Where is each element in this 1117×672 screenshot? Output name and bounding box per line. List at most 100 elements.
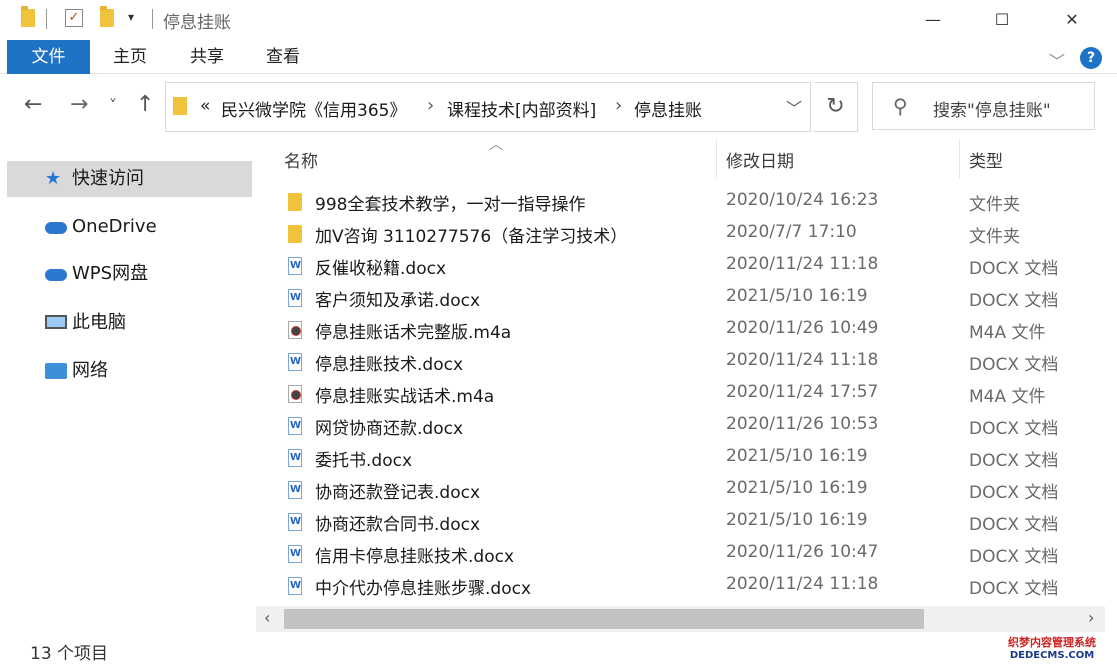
cloud-icon bbox=[45, 222, 67, 234]
sidebar-item-network[interactable]: 网络 bbox=[7, 353, 252, 389]
scroll-left-icon[interactable]: ‹ bbox=[264, 608, 270, 627]
sort-ascending-icon: ︿ bbox=[489, 137, 503, 153]
file-type: 文件夹 bbox=[969, 227, 1020, 247]
file-name: 协商还款合同书.docx bbox=[315, 515, 481, 535]
file-type: DOCX 文档 bbox=[969, 451, 1059, 471]
sidebar-item-onedrive[interactable]: OneDrive bbox=[7, 209, 252, 245]
chevron-down-icon[interactable]: ﹀ bbox=[786, 95, 802, 119]
cloud-icon bbox=[45, 269, 67, 281]
file-name: 客户须知及承诺.docx bbox=[315, 291, 481, 311]
list-item[interactable]: 停息挂账实战话术.m4a 2020/11/24 17:57 M4A 文件 bbox=[256, 378, 1101, 410]
watermark-line2: DEDECMS.COM bbox=[1009, 650, 1095, 661]
tab-file[interactable]: 文件 bbox=[7, 40, 90, 74]
file-date: 2020/11/26 10:49 bbox=[726, 318, 879, 338]
tab-view[interactable]: 查看 bbox=[253, 40, 313, 74]
toolbar-separator bbox=[46, 9, 47, 29]
file-date: 2020/11/24 11:18 bbox=[726, 350, 879, 370]
breadcrumb-item[interactable]: 民兴微学院《信用365》 bbox=[221, 96, 406, 121]
folder-icon bbox=[288, 225, 302, 243]
close-button[interactable]: ✕ bbox=[1037, 0, 1107, 38]
file-date: 2021/5/10 16:19 bbox=[726, 510, 868, 530]
column-header-type[interactable]: 类型 bbox=[969, 147, 1003, 172]
column-divider[interactable] bbox=[959, 140, 960, 178]
expand-ribbon-icon[interactable]: ﹀ bbox=[1049, 48, 1065, 72]
scrollbar-thumb[interactable] bbox=[284, 609, 924, 629]
ribbon-tabs: 文件 主页 共享 查看 ﹀ ? bbox=[0, 40, 1117, 74]
star-icon: ★ bbox=[45, 168, 62, 189]
file-type: DOCX 文档 bbox=[969, 355, 1059, 375]
file-name: 停息挂账技术.docx bbox=[315, 355, 464, 375]
navigation-pane: ★ 快速访问 OneDrive WPS网盘 此电脑 网络 bbox=[0, 140, 256, 630]
list-item[interactable]: 反催收秘籍.docx 2020/11/24 11:18 DOCX 文档 bbox=[256, 250, 1101, 282]
sidebar-item-wps-drive[interactable]: WPS网盘 bbox=[7, 256, 252, 292]
folder-icon bbox=[21, 6, 35, 27]
column-divider[interactable] bbox=[716, 140, 717, 178]
audio-file-icon bbox=[288, 385, 302, 403]
item-count: 13 个项目 bbox=[30, 644, 109, 664]
file-type: M4A 文件 bbox=[969, 323, 1046, 343]
word-document-icon bbox=[288, 289, 302, 307]
list-item[interactable]: 停息挂账话术完整版.m4a 2020/11/26 10:49 M4A 文件 bbox=[256, 314, 1101, 346]
sidebar-item-this-pc[interactable]: 此电脑 bbox=[7, 305, 252, 341]
breadcrumb-item[interactable]: 课程技术[内部资料] bbox=[447, 96, 596, 121]
horizontal-scrollbar[interactable]: ‹ › bbox=[256, 606, 1105, 632]
refresh-button[interactable]: ↻ bbox=[814, 82, 858, 132]
scroll-right-icon[interactable]: › bbox=[1088, 608, 1094, 627]
file-date: 2020/7/7 17:10 bbox=[726, 222, 857, 242]
tab-home[interactable]: 主页 bbox=[100, 40, 160, 74]
list-item[interactable]: 客户须知及承诺.docx 2021/5/10 16:19 DOCX 文档 bbox=[256, 282, 1101, 314]
list-item[interactable]: 998全套技术教学，一对一指导操作 2020/10/24 16:23 文件夹 bbox=[256, 186, 1101, 218]
list-item[interactable]: 协商还款登记表.docx 2021/5/10 16:19 DOCX 文档 bbox=[256, 474, 1101, 506]
title-bar: ✓ ▾ 停息挂账 — ☐ ✕ bbox=[0, 0, 1117, 40]
column-header-date[interactable]: 修改日期 bbox=[726, 147, 794, 172]
customize-quick-access-icon[interactable]: ▾ bbox=[128, 10, 134, 24]
window-title: 停息挂账 bbox=[163, 13, 231, 33]
recent-locations-button[interactable]: ˅ bbox=[109, 96, 117, 115]
new-folder-icon[interactable] bbox=[100, 6, 114, 27]
file-name: 网贷协商还款.docx bbox=[315, 419, 464, 439]
file-name: 998全套技术教学，一对一指导操作 bbox=[315, 195, 586, 215]
up-button[interactable]: ↑ bbox=[136, 92, 154, 117]
column-header-name[interactable]: 名称 bbox=[284, 147, 318, 172]
file-date: 2020/11/26 10:53 bbox=[726, 414, 879, 434]
file-name: 中介代办停息挂账步骤.docx bbox=[315, 579, 532, 599]
back-button[interactable]: ← bbox=[24, 92, 42, 117]
sidebar-item-label: WPS网盘 bbox=[72, 263, 149, 284]
breadcrumb-separator[interactable]: › bbox=[427, 95, 434, 116]
file-type: DOCX 文档 bbox=[969, 515, 1059, 535]
search-input[interactable]: ⚲ 搜索"停息挂账" bbox=[872, 82, 1095, 130]
list-item[interactable]: 停息挂账技术.docx 2020/11/24 11:18 DOCX 文档 bbox=[256, 346, 1101, 378]
file-type: DOCX 文档 bbox=[969, 419, 1059, 439]
list-item[interactable]: 委托书.docx 2021/5/10 16:19 DOCX 文档 bbox=[256, 442, 1101, 474]
folder-icon bbox=[288, 193, 302, 211]
maximize-button[interactable]: ☐ bbox=[967, 0, 1037, 38]
file-name: 停息挂账实战话术.m4a bbox=[315, 387, 495, 407]
word-document-icon bbox=[288, 481, 302, 499]
file-date: 2020/11/24 11:18 bbox=[726, 574, 879, 594]
forward-button[interactable]: → bbox=[70, 92, 88, 117]
list-item[interactable]: 加V咨询 3110277576（备注学习技术） 2020/7/7 17:10 文… bbox=[256, 218, 1101, 250]
sidebar-item-quick-access[interactable]: ★ 快速访问 bbox=[7, 161, 252, 197]
breadcrumb-item[interactable]: 停息挂账 bbox=[634, 96, 702, 121]
minimize-button[interactable]: — bbox=[898, 0, 968, 38]
file-name: 反催收秘籍.docx bbox=[315, 259, 447, 279]
file-date: 2021/5/10 16:19 bbox=[726, 478, 868, 498]
file-type: M4A 文件 bbox=[969, 387, 1046, 407]
help-button[interactable]: ? bbox=[1080, 47, 1102, 69]
sidebar-item-label: 网络 bbox=[72, 360, 108, 381]
properties-icon[interactable]: ✓ bbox=[65, 9, 83, 27]
list-item[interactable]: 信用卡停息挂账技术.docx 2020/11/26 10:47 DOCX 文档 bbox=[256, 538, 1101, 570]
breadcrumb-overflow[interactable]: « bbox=[200, 96, 210, 116]
word-document-icon bbox=[288, 577, 302, 595]
watermark-line1: 织梦内容管理系统 bbox=[1008, 636, 1096, 649]
tab-share[interactable]: 共享 bbox=[177, 40, 237, 74]
word-document-icon bbox=[288, 257, 302, 275]
toolbar-separator bbox=[152, 9, 153, 29]
list-item[interactable]: 网贷协商还款.docx 2020/11/26 10:53 DOCX 文档 bbox=[256, 410, 1101, 442]
list-item[interactable]: 协商还款合同书.docx 2021/5/10 16:19 DOCX 文档 bbox=[256, 506, 1101, 538]
address-bar[interactable]: « 民兴微学院《信用365》 › 课程技术[内部资料] › 停息挂账 ﹀ bbox=[165, 82, 811, 132]
list-item[interactable]: 中介代办停息挂账步骤.docx 2020/11/24 11:18 DOCX 文档 bbox=[256, 570, 1101, 602]
breadcrumb-separator[interactable]: › bbox=[615, 95, 622, 116]
audio-file-icon bbox=[288, 321, 302, 339]
word-document-icon bbox=[288, 545, 302, 563]
